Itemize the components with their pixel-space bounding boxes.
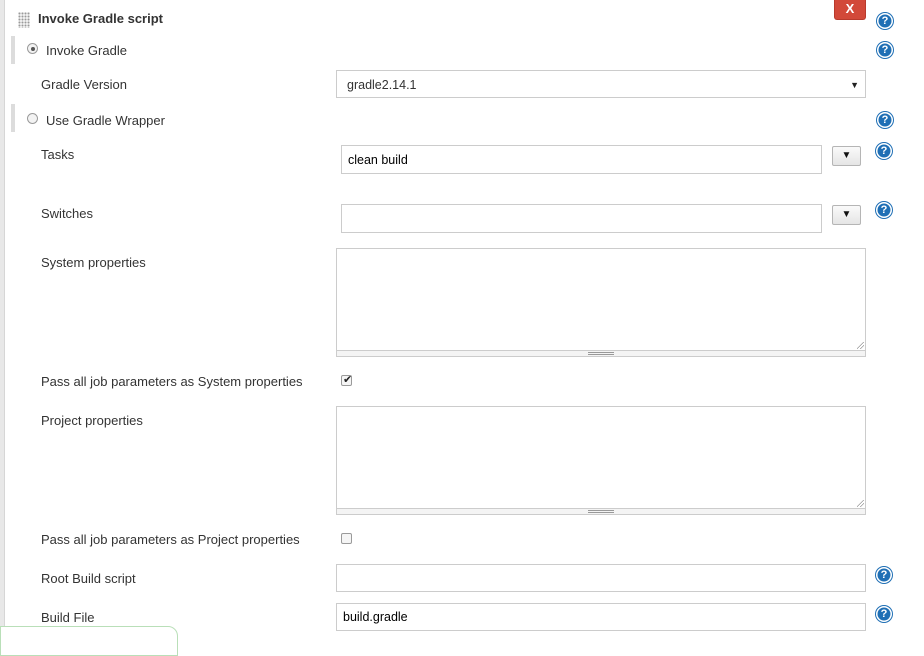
resize-corner-icon[interactable] — [857, 342, 864, 349]
drag-handle-icon[interactable] — [18, 12, 30, 28]
root-build-script-input[interactable] — [336, 564, 866, 592]
switches-dropdown-button[interactable]: ▼ — [832, 205, 861, 225]
grip-icon — [588, 510, 614, 513]
invoke-gradle-help-icon[interactable]: ? — [877, 42, 893, 58]
use-gradle-wrapper-radio[interactable] — [27, 113, 38, 124]
tasks-help-icon[interactable]: ? — [876, 143, 892, 159]
checkmark-icon: ✔ — [343, 374, 353, 386]
radio-group-bar — [11, 104, 15, 132]
system-properties-label: System properties — [41, 255, 146, 270]
tasks-input[interactable] — [341, 145, 822, 174]
use-gradle-wrapper-label: Use Gradle Wrapper — [46, 113, 165, 128]
system-properties-resize-handle[interactable] — [336, 351, 866, 357]
root-build-script-label: Root Build script — [41, 571, 136, 586]
section-title: Invoke Gradle script — [38, 11, 163, 26]
section-left-border — [0, 0, 5, 646]
gradle-version-label: Gradle Version — [41, 77, 127, 92]
build-file-input[interactable] — [336, 603, 866, 631]
switches-input[interactable] — [341, 204, 822, 233]
build-file-help-icon[interactable]: ? — [876, 606, 892, 622]
switches-help-icon[interactable]: ? — [876, 202, 892, 218]
resize-corner-icon[interactable] — [857, 500, 864, 507]
tasks-dropdown-button[interactable]: ▼ — [832, 146, 861, 166]
invoke-gradle-label: Invoke Gradle — [46, 43, 127, 58]
help-icon[interactable]: ? — [877, 13, 893, 29]
switches-label: Switches — [41, 206, 94, 221]
delete-step-button[interactable]: X — [834, 0, 866, 20]
project-properties-resize-handle[interactable] — [336, 509, 866, 515]
gradle-version-select[interactable]: gradle2.14.1 ▼ — [336, 70, 866, 98]
radio-group-bar — [11, 36, 15, 64]
pass-system-properties-label: Pass all job parameters as System proper… — [41, 374, 303, 389]
pass-project-properties-label: Pass all job parameters as Project prope… — [41, 532, 300, 547]
bottom-panel-tab — [0, 626, 178, 656]
tasks-label: Tasks — [41, 147, 75, 162]
project-properties-label: Project properties — [41, 413, 143, 428]
build-file-label: Build File — [41, 610, 95, 625]
use-gradle-wrapper-help-icon[interactable]: ? — [877, 112, 893, 128]
system-properties-textarea[interactable] — [336, 248, 866, 351]
root-build-script-help-icon[interactable]: ? — [876, 567, 892, 583]
grip-icon — [588, 352, 614, 355]
project-properties-textarea[interactable] — [336, 406, 866, 509]
chevron-down-icon: ▼ — [850, 80, 859, 90]
pass-system-properties-checkbox[interactable]: ✔ — [341, 374, 353, 386]
invoke-gradle-radio[interactable] — [27, 43, 38, 54]
gradle-version-value: gradle2.14.1 — [347, 78, 417, 92]
pass-project-properties-checkbox[interactable] — [341, 533, 352, 544]
